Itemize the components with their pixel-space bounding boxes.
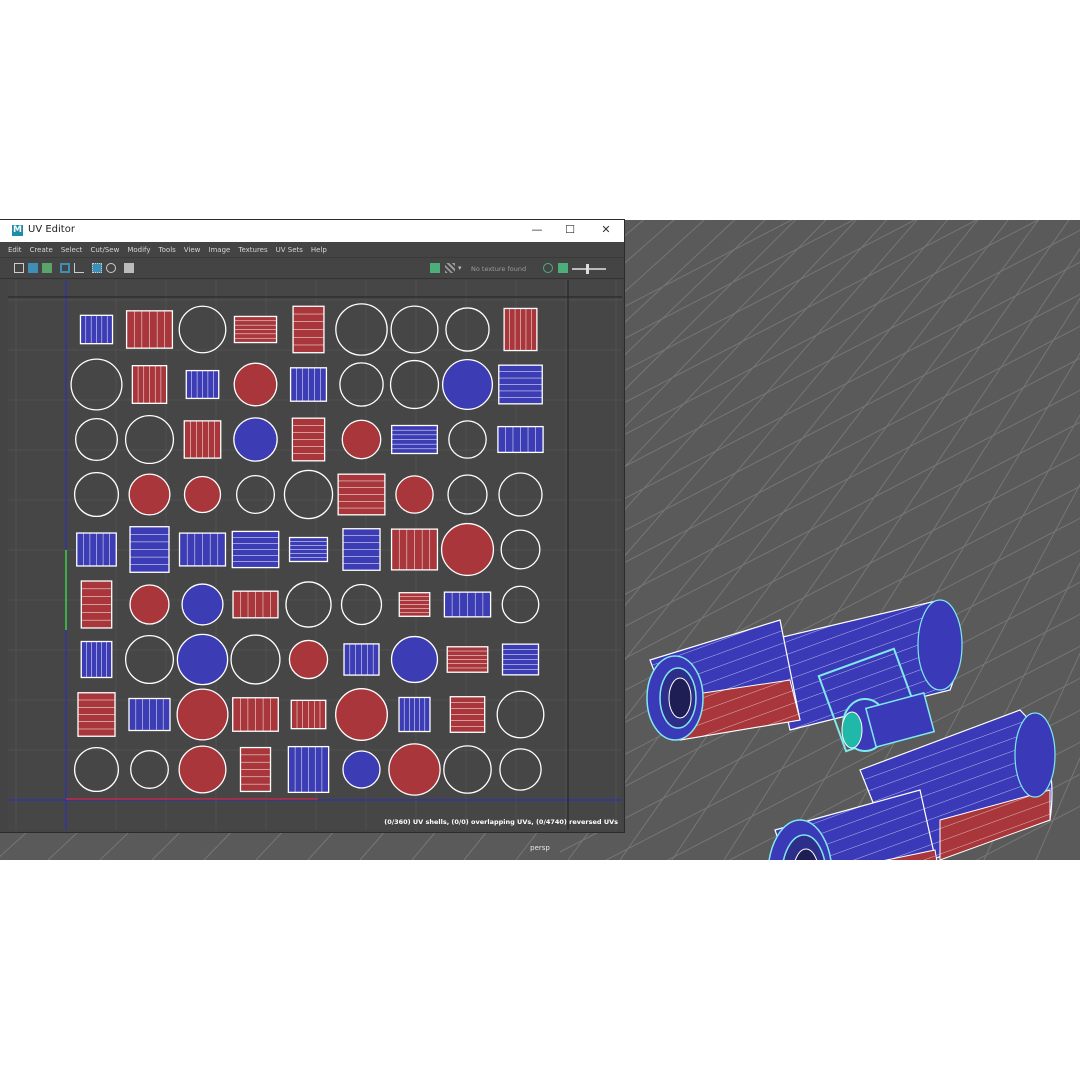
menu-edit[interactable]: Edit	[8, 246, 22, 254]
uv-shell[interactable]	[445, 307, 490, 352]
uv-shell[interactable]	[498, 472, 543, 517]
exposure-icon[interactable]	[558, 263, 568, 273]
uv-shell[interactable]	[390, 305, 439, 354]
uv-shell[interactable]	[395, 475, 434, 514]
uv-shell[interactable]	[130, 750, 169, 789]
uv-shell[interactable]	[129, 584, 170, 625]
uv-shell[interactable]	[283, 469, 334, 520]
menu-select[interactable]: Select	[61, 246, 83, 254]
uv-shell[interactable]	[181, 583, 224, 626]
refresh-icon[interactable]	[543, 263, 553, 273]
uv-shell[interactable]	[288, 639, 329, 680]
maya-app-icon: M	[12, 225, 23, 236]
uv-shell[interactable]	[448, 420, 487, 459]
uv-shell[interactable]	[178, 745, 227, 794]
uv-shell[interactable]	[335, 303, 388, 356]
uv-shell[interactable]	[440, 522, 495, 577]
uv-canvas[interactable]: (0/360) UV shells, (0/0) overlapping UVs…	[8, 280, 622, 830]
snap-grid-icon[interactable]	[92, 263, 102, 273]
uv-shell[interactable]	[74, 417, 119, 462]
uv-shell[interactable]	[230, 634, 281, 685]
menu-image[interactable]: Image	[208, 246, 230, 254]
menu-view[interactable]: View	[184, 246, 201, 254]
uv-shell[interactable]	[441, 358, 494, 411]
uv-shell[interactable]	[335, 688, 388, 741]
checker-shading-icon[interactable]	[28, 263, 38, 273]
menu-bar: Edit Create Select Cut/Sew Modify Tools …	[0, 242, 624, 257]
uv-shell[interactable]	[176, 633, 229, 686]
uv-shell[interactable]	[339, 362, 384, 407]
uv-shell[interactable]	[233, 417, 278, 462]
uv-shell[interactable]	[341, 419, 382, 460]
uv-shell[interactable]	[128, 473, 171, 516]
uv-shell[interactable]	[178, 305, 227, 354]
uv-shell[interactable]	[389, 359, 440, 410]
uv-shell[interactable]	[496, 690, 545, 739]
isolate-icon[interactable]	[106, 263, 116, 273]
uv-border-icon[interactable]	[74, 263, 84, 273]
dropdown-icon[interactable]: ▾	[458, 263, 468, 273]
camera-label: persp	[530, 844, 550, 852]
uv-shell[interactable]	[285, 581, 332, 628]
snapshot-icon[interactable]	[124, 263, 134, 273]
uv-shell[interactable]	[447, 474, 488, 515]
exposure-slider[interactable]	[572, 268, 606, 270]
uv-shell[interactable]	[501, 585, 540, 624]
exposure-slider-handle[interactable]	[586, 264, 589, 274]
menu-textures[interactable]: Textures	[238, 246, 267, 254]
uv-status-summary: (0/360) UV shells, (0/0) overlapping UVs…	[384, 818, 618, 826]
menu-uv-sets[interactable]: UV Sets	[276, 246, 303, 254]
uv-shell[interactable]	[500, 529, 541, 570]
menu-modify[interactable]: Modify	[127, 246, 150, 254]
maximize-icon[interactable]: ☐	[563, 223, 577, 237]
checker-icon[interactable]	[445, 263, 455, 273]
uv-shell[interactable]	[340, 583, 383, 626]
menu-help[interactable]: Help	[311, 246, 327, 254]
uv-toolbar: ▾ No texture found	[0, 257, 624, 279]
title-bar[interactable]: M UV Editor — ☐ ✕	[0, 220, 624, 242]
binoculars-model	[646, 599, 1056, 860]
uv-shell[interactable]	[73, 471, 120, 518]
texture-status: No texture found	[471, 265, 527, 273]
uv-shell[interactable]	[499, 748, 542, 791]
uv-shell[interactable]	[235, 474, 276, 515]
menu-tools[interactable]: Tools	[159, 246, 176, 254]
menu-cut-sew[interactable]: Cut/Sew	[90, 246, 119, 254]
minimize-icon[interactable]: —	[530, 223, 544, 237]
frame-icon[interactable]	[60, 263, 70, 273]
uv-shell[interactable]	[70, 358, 123, 411]
uv-grid-icon[interactable]	[14, 263, 24, 273]
uv-editor-window[interactable]: M UV Editor — ☐ ✕ Edit Create Select Cut…	[0, 220, 624, 832]
uv-shell[interactable]	[443, 745, 492, 794]
uv-shell[interactable]	[342, 750, 381, 789]
window-title: UV Editor	[28, 224, 75, 235]
uv-layout	[8, 280, 622, 830]
close-icon[interactable]: ✕	[599, 223, 613, 237]
texture-tile-icon[interactable]	[42, 263, 52, 273]
uv-shell[interactable]	[183, 475, 222, 514]
uv-shell[interactable]	[390, 635, 439, 684]
menu-create[interactable]: Create	[30, 246, 53, 254]
uv-shell[interactable]	[233, 362, 278, 407]
uv-shell[interactable]	[176, 688, 229, 741]
uv-shell[interactable]	[388, 743, 441, 796]
uv-shell[interactable]	[73, 746, 120, 793]
image-display-icon[interactable]	[430, 263, 440, 273]
